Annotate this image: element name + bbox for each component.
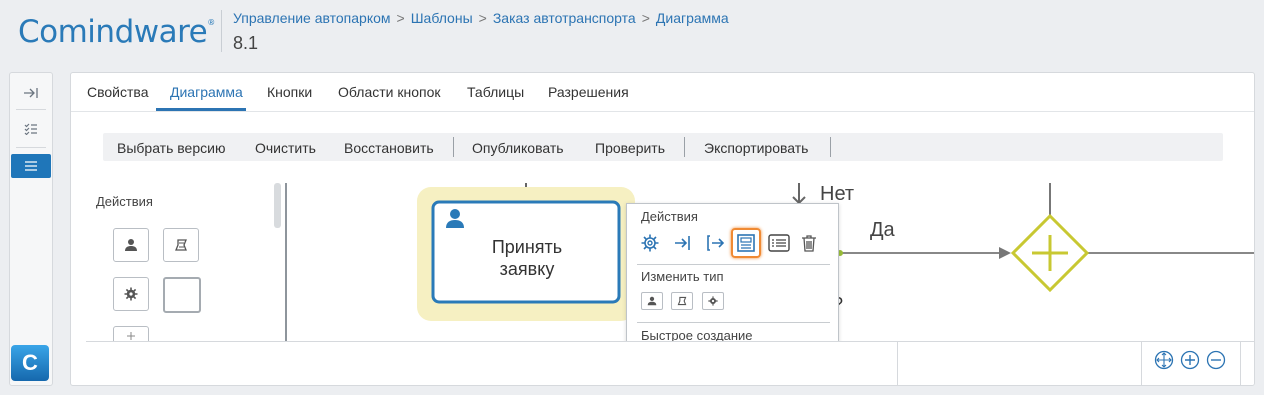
trash-icon <box>802 235 816 252</box>
select-version-button[interactable]: Выбрать версию <box>117 140 225 156</box>
left-rail <box>9 72 53 386</box>
status-bar-divider <box>897 342 898 385</box>
change-type-user-button[interactable] <box>641 292 663 310</box>
registered-mark: ® <box>207 18 215 27</box>
status-bar-divider <box>1240 342 1241 385</box>
plus-icon <box>127 332 135 340</box>
popup-enter-button[interactable] <box>671 231 695 255</box>
breadcrumb-item-order[interactable]: Заказ автотранспорта <box>493 10 636 26</box>
script-icon <box>175 239 187 251</box>
app-launcher-logo[interactable]: C <box>11 345 49 381</box>
expand-sidebar-button[interactable] <box>12 79 50 107</box>
breadcrumb-item-diagram[interactable]: Диаграмма <box>656 10 729 26</box>
active-tab-indicator <box>156 108 246 111</box>
popup-divider <box>637 264 830 265</box>
gear-icon <box>708 296 718 306</box>
popup-list-button[interactable] <box>767 231 791 255</box>
breadcrumb: Управление автопарком > Шаблоны > Заказ авто… <box>233 10 729 26</box>
diagram-toolbar: Выбрать версию Очистить Восстановить Опу… <box>103 133 1223 161</box>
zoom-out-button[interactable] <box>1206 350 1226 375</box>
change-type-service-button[interactable] <box>702 292 724 310</box>
breadcrumb-item-templates[interactable]: Шаблоны <box>411 10 473 26</box>
task-label: Принять заявку <box>447 236 607 280</box>
task-label-line2: заявку <box>499 259 555 279</box>
palette-user-task[interactable] <box>113 228 149 262</box>
task-label-line1: Принять <box>491 237 563 257</box>
app-logo[interactable]: Comindware® <box>18 14 215 50</box>
restore-button[interactable]: Восстановить <box>344 140 434 156</box>
popup-exit-button[interactable] <box>703 231 727 255</box>
breadcrumb-item-fleet[interactable]: Управление автопарком <box>233 10 391 26</box>
list-button[interactable] <box>11 154 51 178</box>
main-panel: Свойства Диаграмма Кнопки Области кнопок… <box>70 72 1255 386</box>
header-divider <box>221 10 222 52</box>
fit-to-screen-button[interactable] <box>1154 350 1174 375</box>
sign-in-icon <box>675 236 690 250</box>
form-icon <box>737 234 755 252</box>
context-popup: Действия Изменить тип Быстрое создание <box>626 203 839 355</box>
gear-icon <box>124 287 138 301</box>
breadcrumb-separator: > <box>478 10 487 26</box>
popup-change-type-title: Изменить тип <box>641 269 724 284</box>
palette-service-task[interactable] <box>113 277 149 311</box>
popup-divider <box>637 322 830 323</box>
palette-script-task[interactable] <box>163 228 199 262</box>
popup-delete-button[interactable] <box>797 231 821 255</box>
toolbar-divider <box>830 137 831 157</box>
zoom-in-icon <box>1180 350 1200 370</box>
popup-settings-button[interactable] <box>638 231 662 255</box>
palette-empty-task[interactable] <box>163 277 201 313</box>
tab-bar: Свойства Диаграмма Кнопки Области кнопок… <box>71 73 1254 112</box>
rail-divider <box>16 109 46 110</box>
change-type-script-button[interactable] <box>671 292 693 310</box>
popup-form-button[interactable] <box>731 228 761 258</box>
sign-out-icon <box>707 235 725 251</box>
tab-properties[interactable]: Свойства <box>87 84 148 100</box>
checklist-button[interactable] <box>12 115 50 143</box>
list-details-icon <box>768 234 790 252</box>
tab-buttons[interactable]: Кнопки <box>267 84 312 100</box>
parallel-gateway[interactable] <box>1010 213 1090 293</box>
collapse-arrow-icon <box>24 88 38 98</box>
user-icon <box>125 239 137 251</box>
tab-tables[interactable]: Таблицы <box>467 84 524 100</box>
user-icon <box>647 296 657 306</box>
check-button[interactable]: Проверить <box>595 140 665 156</box>
tab-button-areas[interactable]: Области кнопок <box>338 84 441 100</box>
palette-title: Действия <box>96 194 153 209</box>
clear-button[interactable]: Очистить <box>255 140 316 156</box>
palette-scrollbar[interactable] <box>274 183 281 228</box>
popup-actions-title: Действия <box>641 209 698 224</box>
tab-permissions[interactable]: Разрешения <box>548 84 629 100</box>
arrow-head-icon <box>999 247 1011 259</box>
checklist-icon <box>24 123 37 135</box>
breadcrumb-separator: > <box>641 10 650 26</box>
status-bar-divider <box>1141 342 1142 385</box>
breadcrumb-separator: > <box>396 10 405 26</box>
fit-icon <box>1154 350 1174 370</box>
zoom-out-icon <box>1206 350 1226 370</box>
zoom-in-button[interactable] <box>1180 350 1200 375</box>
settings-gear-icon <box>641 234 659 252</box>
sequence-flow-no[interactable] <box>792 183 806 205</box>
flow-label-yes[interactable]: Да <box>870 219 895 242</box>
toolbar-divider <box>684 137 685 157</box>
publish-button[interactable]: Опубликовать <box>472 140 564 156</box>
toolbar-divider <box>453 137 454 157</box>
export-button[interactable]: Экспортировать <box>704 140 808 156</box>
list-icon <box>25 161 37 171</box>
version-label: 8.1 <box>233 33 259 53</box>
tab-diagram[interactable]: Диаграмма <box>170 84 243 100</box>
canvas-status-bar <box>86 341 1254 385</box>
rail-divider <box>16 147 46 148</box>
script-icon <box>677 296 687 306</box>
